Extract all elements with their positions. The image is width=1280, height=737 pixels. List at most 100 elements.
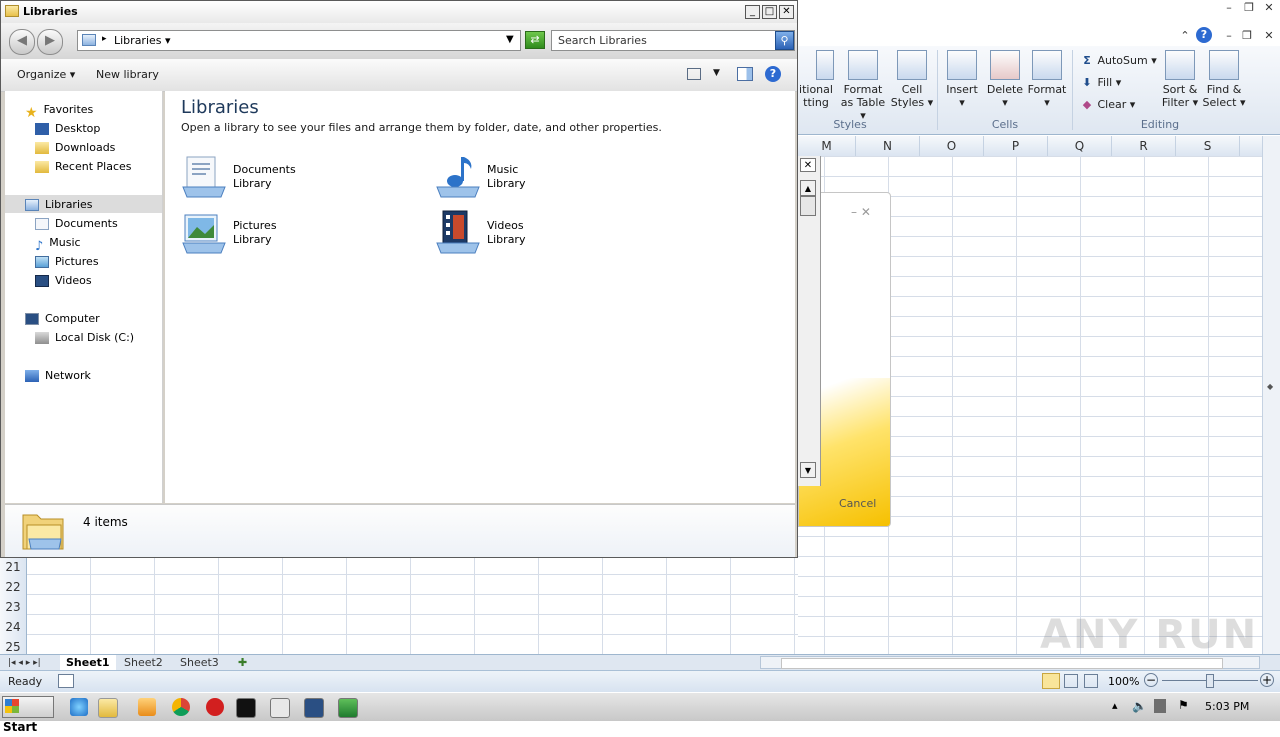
nav-recent-places[interactable]: Recent Places (35, 157, 132, 176)
vertical-scrollbar[interactable]: ◆ (1262, 136, 1280, 656)
workbook-close-button[interactable]: ✕ (1262, 30, 1276, 42)
sheet-nav-arrows[interactable]: |◂ ◂ ▸ ▸| (2, 655, 47, 671)
network-status-icon[interactable] (1154, 699, 1166, 713)
chrome-icon[interactable] (172, 698, 190, 716)
page-break-view-icon[interactable] (1084, 674, 1098, 688)
workbook-restore-button[interactable]: ❐ (1240, 30, 1254, 42)
macro-record-icon[interactable] (58, 674, 74, 688)
insert-button[interactable]: Insert ▾ (942, 50, 982, 109)
nav-desktop[interactable]: Desktop (35, 119, 100, 138)
breadcrumb-separator-icon[interactable]: ▸ (102, 34, 107, 44)
library-item-music[interactable]: Music Library (435, 153, 675, 201)
show-hidden-icons[interactable]: ▴ (1112, 699, 1118, 712)
column-header[interactable]: M (798, 136, 856, 156)
row-header[interactable]: 22 (0, 577, 26, 597)
scroll-thumb[interactable]: ◆ (1267, 382, 1273, 391)
normal-view-icon[interactable] (1042, 673, 1060, 689)
workbook-minimize-button[interactable]: – (1222, 30, 1236, 42)
nav-favorites[interactable]: ★ Favorites (25, 100, 93, 121)
nav-downloads[interactable]: Downloads (35, 138, 115, 157)
dialog-cancel-button[interactable]: Cancel (839, 497, 876, 510)
scroll-up-icon[interactable]: ▲ (800, 180, 816, 196)
column-header[interactable]: P (984, 136, 1048, 156)
clear-button[interactable]: ◆ Clear ▾ (1080, 96, 1136, 114)
small-window-close-icon[interactable]: ✕ (800, 158, 816, 172)
start-button[interactable]: Start (2, 696, 54, 734)
media-player-icon[interactable] (138, 698, 156, 716)
library-item-documents[interactable]: Documents Library (181, 153, 421, 201)
command-prompt-icon[interactable] (236, 698, 256, 718)
close-button[interactable]: ✕ (779, 5, 794, 19)
sheet-tab-sheet3[interactable]: Sheet3 (174, 655, 225, 671)
row-header[interactable]: 23 (0, 597, 26, 617)
excel-restore-button[interactable]: ❐ (1242, 2, 1256, 14)
window-icon[interactable] (270, 698, 290, 718)
forward-button[interactable]: ▶ (37, 29, 63, 55)
column-header[interactable]: Q (1048, 136, 1112, 156)
preview-pane-icon[interactable] (737, 67, 753, 81)
zoom-level[interactable]: 100% (1108, 675, 1139, 688)
nav-pictures[interactable]: Pictures (35, 252, 99, 271)
refresh-icon[interactable]: ⇄ (525, 31, 545, 49)
dialog-minimize-icon[interactable]: – ✕ (851, 205, 871, 219)
fill-button[interactable]: ⬇ Fill ▾ (1080, 74, 1121, 92)
conditional-formatting-button[interactable]: itional tting (798, 50, 834, 109)
new-library-button[interactable]: New library (96, 68, 159, 81)
action-center-flag-icon[interactable]: ⚑ (1178, 698, 1189, 712)
cell-styles-button[interactable]: Cell Styles ▾ (890, 50, 934, 109)
row-header[interactable]: 21 (0, 557, 26, 577)
sort-filter-button[interactable]: Sort & Filter ▾ (1158, 50, 1202, 109)
excel-icon[interactable] (338, 698, 358, 718)
zoom-slider-thumb[interactable] (1206, 674, 1214, 688)
ribbon-collapse-icon[interactable]: ⌃ (1178, 30, 1192, 42)
taskbar-clock[interactable]: 5:03 PM (1205, 700, 1249, 713)
column-header[interactable]: N (856, 136, 920, 156)
delete-button[interactable]: Delete ▾ (984, 50, 1026, 109)
nav-libraries[interactable]: Libraries (25, 195, 93, 214)
back-button[interactable]: ◀ (9, 29, 35, 55)
excel-close-button[interactable]: ✕ (1262, 2, 1276, 14)
nav-local-disk[interactable]: Local Disk (C:) (35, 328, 134, 347)
help-icon[interactable]: ? (765, 66, 781, 82)
row-header[interactable]: 24 (0, 617, 26, 637)
format-button[interactable]: Format ▾ (1026, 50, 1068, 109)
view-options-dropdown-icon[interactable]: ▼ (713, 68, 720, 78)
library-item-videos[interactable]: Videos Library (435, 209, 675, 257)
nav-network[interactable]: Network (25, 366, 91, 385)
library-item-pictures[interactable]: Pictures Library (181, 209, 421, 257)
find-select-button[interactable]: Find & Select ▾ (1202, 50, 1246, 109)
address-dropdown-icon[interactable]: ▼ (506, 34, 514, 45)
search-icon[interactable]: ⚲ (775, 31, 794, 50)
address-bar[interactable]: ▸ Libraries ▾ ▼ (77, 30, 521, 51)
format-as-table-button[interactable]: Format as Table ▾ (838, 50, 888, 122)
horizontal-scroll-thumb[interactable] (781, 658, 1223, 669)
search-input[interactable]: Search Libraries (551, 30, 795, 51)
internet-explorer-icon[interactable] (70, 698, 88, 716)
nav-documents[interactable]: Documents (35, 214, 118, 233)
insert-sheet-icon[interactable]: ✚ (232, 655, 253, 671)
column-header[interactable]: O (920, 136, 984, 156)
save-floppy-icon[interactable] (304, 698, 324, 718)
nav-music[interactable]: ♪ Music (35, 233, 81, 254)
cell-grid-bottom[interactable] (0, 557, 798, 654)
opera-icon[interactable] (206, 698, 224, 716)
autosum-button[interactable]: Σ AutoSum ▾ (1080, 52, 1157, 70)
organize-button[interactable]: Organize ▾ (17, 68, 75, 81)
column-header[interactable]: S (1176, 136, 1240, 156)
volume-icon[interactable]: 🔈 (1132, 699, 1147, 713)
page-layout-view-icon[interactable] (1064, 674, 1078, 688)
sheet-tab-sheet2[interactable]: Sheet2 (118, 655, 169, 671)
zoom-out-icon[interactable]: − (1144, 673, 1158, 687)
nav-videos[interactable]: Videos (35, 271, 92, 290)
excel-minimize-button[interactable]: – (1222, 2, 1236, 14)
title-bar[interactable]: Libraries _ □ ✕ (1, 1, 797, 24)
explorer-taskbar-icon[interactable] (98, 698, 118, 718)
breadcrumb[interactable]: Libraries ▾ (114, 34, 171, 47)
minimize-button[interactable]: _ (745, 5, 760, 19)
scroll-thumb[interactable] (800, 196, 816, 216)
change-view-icon[interactable] (687, 68, 701, 80)
nav-computer[interactable]: Computer (25, 309, 100, 328)
maximize-button[interactable]: □ (762, 5, 777, 19)
help-icon[interactable]: ? (1196, 27, 1212, 43)
column-header[interactable]: R (1112, 136, 1176, 156)
